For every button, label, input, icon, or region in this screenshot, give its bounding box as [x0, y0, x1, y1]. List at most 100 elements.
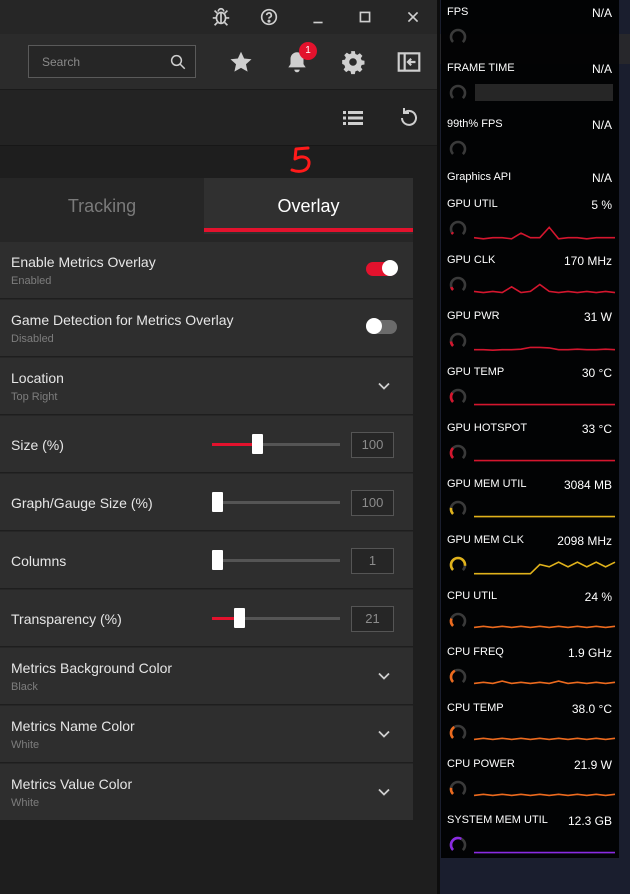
metric-gauge	[449, 332, 467, 350]
metric-gauge	[449, 28, 467, 46]
gauge-track	[449, 276, 467, 294]
list-view-icon[interactable]	[341, 106, 365, 130]
settings-window: 1 Tracking Overlay Enable Metrics Overla…	[0, 0, 437, 894]
metric-row: 99th% FPS N/A	[441, 118, 619, 174]
slider-thumb[interactable]	[212, 492, 223, 512]
tab-tracking[interactable]: Tracking	[0, 178, 204, 234]
chevron-down-icon[interactable]	[376, 784, 392, 800]
metric-gauge	[449, 444, 467, 462]
help-icon[interactable]	[257, 6, 281, 28]
metric-sparkline	[473, 793, 616, 797]
setting-metrics-value-color[interactable]: Metrics Value Color White	[0, 764, 413, 821]
metric-name: Graphics API	[447, 171, 512, 183]
setting-label: Enable Metrics Overlay	[11, 254, 156, 270]
graph-gauge-size-value-input[interactable]: 100	[351, 490, 394, 516]
setting-transparency: Transparency (%) 21	[0, 590, 413, 647]
dock-panel-icon[interactable]	[396, 49, 422, 75]
setting-label: Columns	[11, 553, 67, 569]
favorites-star-icon[interactable]	[228, 49, 254, 75]
slider-thumb[interactable]	[233, 608, 245, 628]
slider-fill	[212, 443, 257, 446]
setting-label: Metrics Value Color	[11, 776, 133, 792]
slider-thumb[interactable]	[251, 434, 263, 454]
settings-gear-icon[interactable]	[340, 49, 366, 75]
metric-sparkline	[473, 680, 616, 685]
columns-slider[interactable]	[212, 550, 340, 570]
bug-report-icon[interactable]	[209, 6, 233, 28]
setting-label: Graph/Gauge Size (%)	[11, 495, 153, 511]
search-icon[interactable]	[169, 53, 187, 71]
metric-value: 1.9 GHz	[567, 646, 612, 660]
metric-gauge	[449, 220, 467, 238]
metric-name: CPU POWER	[447, 758, 515, 770]
metric-gauge	[449, 836, 467, 854]
metric-sparkline	[474, 346, 616, 352]
setting-sublabel: White	[11, 797, 40, 809]
metric-name: GPU TEMP	[447, 366, 505, 378]
metric-value: 3084 MB	[563, 478, 612, 492]
setting-sublabel: Enabled	[11, 275, 52, 287]
sparkline-path	[473, 793, 616, 797]
metric-graph-box	[475, 84, 613, 101]
setting-metrics-background-color[interactable]: Metrics Background Color Black	[0, 648, 413, 705]
toggle-knob	[382, 260, 398, 276]
minimize-icon[interactable]	[306, 6, 330, 28]
metric-row: SYSTEM MEM UTIL 12.3 GB	[441, 814, 619, 870]
metric-sparkline	[474, 561, 616, 575]
metric-sparkline	[474, 403, 615, 406]
maximize-icon[interactable]	[353, 6, 377, 28]
toggle-knob	[366, 318, 382, 334]
metric-name: GPU MEM UTIL	[447, 478, 527, 490]
metric-value: 31 W	[583, 310, 612, 324]
reset-undo-icon[interactable]	[397, 106, 421, 130]
chevron-down-icon[interactable]	[376, 668, 392, 684]
metric-gauge	[449, 500, 467, 518]
metric-gauge	[449, 276, 467, 294]
handwritten-annotation-mark	[290, 146, 311, 173]
sparkline-path	[473, 226, 615, 240]
close-icon[interactable]	[401, 6, 425, 28]
tab-overlay[interactable]: Overlay	[204, 178, 413, 234]
metric-sparkline	[474, 851, 615, 854]
transparency-value-input[interactable]: 21	[351, 606, 394, 632]
graph-gauge-size-slider[interactable]	[212, 492, 340, 512]
metric-value: 5 %	[591, 198, 612, 212]
metric-gauge	[449, 388, 467, 406]
sparkline-path	[473, 625, 616, 629]
setting-label: Location	[11, 370, 64, 386]
columns-value-input[interactable]: 1	[351, 548, 394, 574]
search-input[interactable]	[42, 46, 162, 77]
metric-value: 33 °C	[581, 422, 612, 436]
sparkline-path	[473, 680, 616, 685]
gauge-fill	[449, 556, 467, 574]
chevron-down-icon[interactable]	[376, 378, 392, 394]
search-box[interactable]	[28, 45, 196, 78]
size-slider[interactable]	[212, 434, 340, 454]
metric-sparkline	[473, 226, 615, 240]
metric-name: FRAME TIME	[447, 62, 515, 74]
metric-name: FPS	[447, 6, 469, 18]
notification-count-badge: 1	[299, 42, 317, 60]
chevron-down-icon[interactable]	[376, 726, 392, 742]
slider-thumb[interactable]	[212, 550, 223, 570]
metric-value: 30 °C	[581, 366, 612, 380]
setting-metrics-name-color[interactable]: Metrics Name Color White	[0, 706, 413, 763]
metric-value: 12.3 GB	[567, 814, 612, 828]
setting-sublabel: Top Right	[11, 391, 58, 403]
size-value-input[interactable]: 100	[351, 432, 394, 458]
setting-location[interactable]: Location Top Right	[0, 358, 413, 415]
setting-label: Size (%)	[11, 437, 64, 453]
game-detection-toggle[interactable]	[366, 318, 397, 334]
metric-name: GPU UTIL	[447, 198, 498, 210]
metric-value: N/A	[591, 62, 612, 76]
metric-row: CPU FREQ 1.9 GHz	[441, 646, 619, 702]
enable-metrics-overlay-toggle[interactable]	[366, 260, 398, 276]
setting-graph-gauge-size: Graph/Gauge Size (%) 100	[0, 474, 413, 531]
metric-name: CPU TEMP	[447, 702, 504, 714]
sparkline-path	[473, 283, 616, 294]
setting-label: Metrics Background Color	[11, 660, 173, 676]
metric-name: 99th% FPS	[447, 118, 503, 130]
metric-row: GPU TEMP 30 °C	[441, 366, 619, 422]
transparency-slider[interactable]	[212, 608, 340, 628]
main-toolbar	[0, 34, 437, 90]
